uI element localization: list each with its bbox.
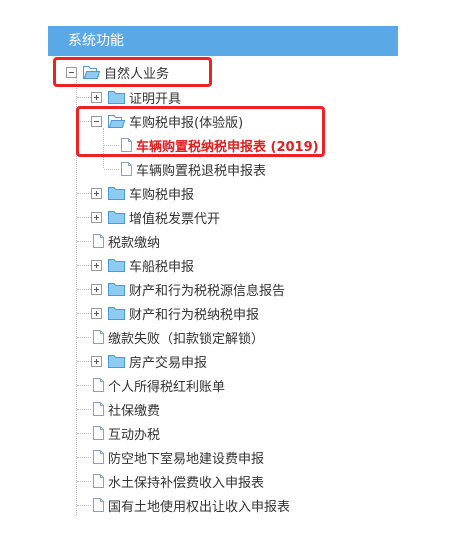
tree-node-vehicle-purchase-refund[interactable]: 车辆购置税退税申报表 <box>121 159 266 179</box>
expand-icon[interactable] <box>91 283 102 295</box>
tree-connector <box>77 193 91 194</box>
tree-connector <box>77 337 91 338</box>
tree-node-label: 车购税申报 <box>129 187 195 203</box>
tree-connector <box>77 481 91 482</box>
expand-icon[interactable] <box>91 259 102 271</box>
tree-node-label: 房产交易申报 <box>129 355 208 371</box>
tree-connector <box>77 505 91 506</box>
tree-node-tax-payment[interactable]: 税款缴纳 <box>93 231 160 251</box>
tree-node-label: 增值税发票代开 <box>129 211 221 227</box>
tree-connector <box>77 97 91 98</box>
expand-icon[interactable] <box>91 307 102 319</box>
tree-node-label: 缴款失败（扣款锁定解锁） <box>108 331 265 347</box>
tree-node-label: 财产和行为税税源信息报告 <box>129 283 286 299</box>
document-icon <box>93 474 104 488</box>
tree-connector <box>104 169 119 170</box>
folder-icon <box>108 354 125 368</box>
tree-connector <box>77 289 91 290</box>
tree-node-property-source-report[interactable]: 财产和行为税税源信息报告 <box>91 279 285 299</box>
document-icon <box>93 234 104 248</box>
tree-node-vehicle-purchase[interactable]: 车购税申报 <box>91 183 194 203</box>
expand-icon[interactable] <box>91 187 102 199</box>
tree-connector <box>77 457 91 458</box>
document-icon <box>93 378 104 392</box>
tree-connector <box>77 217 91 218</box>
tree-node-land-transfer[interactable]: 国有土地使用权出让收入申报表 <box>93 495 290 515</box>
highlight-box <box>53 57 212 87</box>
tree-node-vessel-tax[interactable]: 车船税申报 <box>91 255 194 275</box>
tree-node-label: 财产和行为税纳税申报 <box>129 307 260 323</box>
tree-node-certificate[interactable]: 证明开具 <box>91 87 181 107</box>
folder-icon <box>108 282 125 296</box>
tree-connector <box>77 409 91 410</box>
tree-node-label: 社保缴费 <box>108 403 161 419</box>
document-icon <box>93 450 104 464</box>
document-icon <box>121 162 132 176</box>
tree-node-real-estate[interactable]: 房产交易申报 <box>91 351 207 371</box>
folder-icon <box>108 186 125 200</box>
tree-connector <box>77 313 91 314</box>
tree-node-vat-invoice[interactable]: 增值税发票代开 <box>91 207 220 227</box>
tree-node-income-tax-dividend[interactable]: 个人所得税红利账单 <box>93 375 225 395</box>
tree-node-label: 税款缴纳 <box>108 235 161 251</box>
document-icon <box>93 402 104 416</box>
tree-connector <box>77 265 91 266</box>
document-icon <box>93 426 104 440</box>
tree-node-interactive[interactable]: 互动办税 <box>93 423 160 443</box>
tree-node-payment-failure[interactable]: 缴款失败（扣款锁定解锁） <box>93 327 264 347</box>
function-tree: 自然人业务 证明开具 车购税申报(体验版) 车辆购置税纳税申报表 (2019) … <box>0 0 474 550</box>
tree-node-civil-defense[interactable]: 防空地下室易地建设费申报 <box>93 447 264 467</box>
tree-connector <box>77 433 91 434</box>
expand-icon[interactable] <box>91 355 102 367</box>
tree-node-label: 车船税申报 <box>129 259 195 275</box>
document-icon <box>93 498 104 512</box>
folder-icon <box>108 210 125 224</box>
tree-node-social-insurance[interactable]: 社保缴费 <box>93 399 160 419</box>
folder-icon <box>108 90 125 104</box>
expand-icon[interactable] <box>91 211 102 223</box>
tree-node-label: 证明开具 <box>129 91 182 107</box>
tree-connector <box>77 385 91 386</box>
tree-node-soil-conservation[interactable]: 水土保持补偿费收入申报表 <box>93 471 264 491</box>
tree-connector <box>77 361 91 362</box>
tree-node-label: 个人所得税红利账单 <box>108 379 226 395</box>
tree-node-label: 车辆购置税退税申报表 <box>136 163 267 179</box>
expand-icon[interactable] <box>91 91 102 103</box>
tree-node-property-declaration[interactable]: 财产和行为税纳税申报 <box>91 303 259 323</box>
tree-node-label: 防空地下室易地建设费申报 <box>108 451 265 467</box>
tree-connector <box>77 241 91 242</box>
highlight-box <box>76 106 325 157</box>
folder-icon <box>108 258 125 272</box>
tree-node-label: 国有土地使用权出让收入申报表 <box>108 499 291 515</box>
folder-icon <box>108 306 125 320</box>
tree-node-label: 互动办税 <box>108 427 161 443</box>
document-icon <box>93 330 104 344</box>
tree-node-label: 水土保持补偿费收入申报表 <box>108 475 265 491</box>
